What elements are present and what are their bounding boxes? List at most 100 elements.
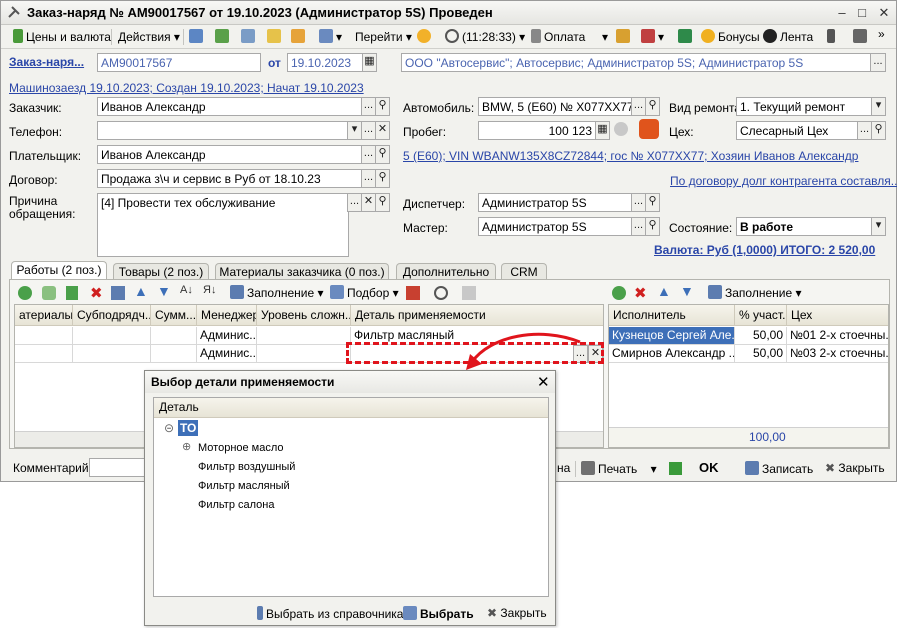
column-header[interactable]: Менеджер <box>197 305 257 326</box>
table-cell[interactable] <box>15 327 73 345</box>
actions-button[interactable]: Действия ▾ <box>118 28 180 46</box>
phone-dropdown-button[interactable]: ▾ <box>347 121 362 140</box>
copy-icon[interactable] <box>241 28 258 46</box>
add-icon[interactable] <box>18 286 32 300</box>
feed-button[interactable]: Лента <box>763 28 813 46</box>
based-on-icon[interactable]: ▾ <box>319 28 342 46</box>
comment-field[interactable] <box>89 458 149 477</box>
customer-select-button[interactable]: ... <box>361 97 376 116</box>
executor-delete-icon[interactable]: ✖ <box>634 284 647 302</box>
status-dropdown[interactable]: ▾ <box>871 217 886 236</box>
list-icon[interactable] <box>853 28 870 46</box>
minimize-button[interactable]: – <box>833 4 851 22</box>
edit-icon[interactable] <box>66 286 78 300</box>
column-header[interactable]: Уровень сложн... <box>257 305 351 326</box>
column-header[interactable]: Исполнитель <box>609 305 735 326</box>
table-cell[interactable]: Админис... <box>197 345 257 363</box>
table-cell[interactable] <box>73 345 151 363</box>
works-fill-button[interactable]: Заполнение ▾ <box>230 285 324 300</box>
master-select-button[interactable]: ... <box>631 217 646 236</box>
master-open-icon[interactable]: ⚲ <box>645 217 660 236</box>
reason-open-icon[interactable]: ⚲ <box>375 193 390 212</box>
tab-works[interactable]: Работы (2 поз.) <box>11 261 107 280</box>
tree-root-item[interactable]: ТО <box>178 420 199 436</box>
executor-down-icon[interactable]: ▼ <box>680 283 694 299</box>
phone-field[interactable] <box>97 121 349 140</box>
column-header[interactable]: Деталь применяемости <box>351 305 603 326</box>
car-field[interactable]: BMW, 5 (E60) № Х077ХХ77 VI <box>478 97 632 116</box>
close-button[interactable]: ✖ Закрыть <box>825 461 885 475</box>
calculator-icon[interactable]: ▦ <box>595 121 610 140</box>
mileage-field[interactable]: 100 123 <box>478 121 596 140</box>
table-cell[interactable]: №01 2-х стоечны... <box>787 327 888 345</box>
time-norm-icon[interactable] <box>434 286 448 300</box>
delete-icon[interactable]: ✖ <box>90 284 103 302</box>
tree-item[interactable]: Фильтр воздушный <box>198 461 295 473</box>
table-cell[interactable] <box>73 327 151 345</box>
master-field[interactable]: Администратор 5S <box>478 217 632 236</box>
contract-field[interactable]: Продажа з\ч и сервис в Руб от 18.10.23 <box>97 169 363 188</box>
customer-field[interactable]: Иванов Александр <box>97 97 363 116</box>
mileage-action-icon[interactable] <box>639 119 659 139</box>
table-cell[interactable]: 50,00 <box>735 345 787 363</box>
post-icon[interactable] <box>189 28 206 46</box>
executor-add-icon[interactable] <box>612 286 626 300</box>
time-button[interactable]: (11:28:33) ▾ <box>445 28 525 46</box>
tab-crm[interactable]: CRM <box>501 263 547 280</box>
add-copy-icon[interactable] <box>42 286 56 300</box>
add-material-icon[interactable] <box>406 286 420 300</box>
payment-button[interactable]: Оплата ▾ <box>531 28 608 46</box>
column-header[interactable]: Цех <box>787 305 888 326</box>
save-row-icon[interactable] <box>111 286 125 300</box>
workshop-select-button[interactable]: ... <box>857 121 872 140</box>
structure-icon[interactable] <box>827 28 838 46</box>
history-icon[interactable] <box>614 122 628 136</box>
table-cell[interactable]: Смирнов Александр ... <box>609 345 735 363</box>
prices-button[interactable]: Цены и валюта <box>13 28 111 46</box>
print-form-icon[interactable]: ▾ <box>641 28 664 46</box>
refresh-icon[interactable] <box>215 28 232 46</box>
total-link[interactable]: Валюта: Руб (1,0000) ИТОГО: 2 520,00 <box>654 243 875 257</box>
close-window-button[interactable]: ✕ <box>875 4 893 22</box>
info-link[interactable]: Машинозаезд 19.10.2023; Создан 19.10.202… <box>9 81 364 95</box>
tab-customer-materials[interactable]: Материалы заказчика (0 поз.) <box>215 263 389 280</box>
tree-item[interactable]: Фильтр салона <box>198 499 274 511</box>
tab-goods[interactable]: Товары (2 поз.) <box>113 263 209 280</box>
table-cell[interactable]: №03 2-х стоечны... <box>787 345 888 363</box>
scan-icon[interactable] <box>616 28 633 46</box>
tree-item[interactable]: Фильтр масляный <box>198 480 290 492</box>
executor-up-icon[interactable]: ▲ <box>657 283 671 299</box>
ok-button[interactable]: OK <box>699 460 719 475</box>
column-header[interactable]: Субподрядч... <box>73 305 151 326</box>
workshop-open-icon[interactable]: ⚲ <box>871 121 886 140</box>
tree-item[interactable]: Моторное масло <box>198 442 284 454</box>
document-yellow-icon[interactable] <box>291 28 308 46</box>
customer-open-icon[interactable]: ⚲ <box>375 97 390 116</box>
table-cell[interactable]: Кузнецов Сергей Але... <box>609 327 735 345</box>
print-button[interactable]: Печать ▾ <box>581 461 657 476</box>
column-header[interactable]: атериалы <box>15 305 73 326</box>
column-header[interactable]: % участ... <box>735 305 787 326</box>
reason-clear-icon[interactable]: ✕ <box>361 193 376 212</box>
status-field[interactable]: В работе <box>736 217 872 236</box>
tree-column-header[interactable]: Деталь <box>154 398 548 418</box>
dispatcher-field[interactable]: Администратор 5S <box>478 193 632 212</box>
reason-select-button[interactable]: ... <box>347 193 362 212</box>
more-icon[interactable]: » <box>878 25 885 43</box>
table-cell[interactable]: Админис... <box>197 327 257 345</box>
move-down-icon[interactable]: ▼ <box>157 283 171 299</box>
car-select-button[interactable]: ... <box>631 97 646 116</box>
document-green-icon[interactable] <box>267 28 284 46</box>
dialog-close-icon[interactable]: ✕ <box>537 373 550 391</box>
column-header[interactable]: Сумм... <box>151 305 197 326</box>
sort-desc-icon[interactable]: Я↓ <box>203 284 216 296</box>
payer-field[interactable]: Иванов Александр <box>97 145 363 164</box>
debt-link[interactable]: По договору долг контрагента составля... <box>670 174 897 188</box>
select-button[interactable]: Выбрать <box>403 606 474 621</box>
goto-button[interactable]: Перейти ▾ <box>355 28 412 46</box>
payer-open-icon[interactable]: ⚲ <box>375 145 390 164</box>
table-cell[interactable] <box>257 327 351 345</box>
org-field[interactable]: ООО "Автосервис"; Автосервис; Администра… <box>401 53 885 72</box>
doc-number-field[interactable]: АМ90017567 <box>97 53 261 72</box>
select-from-catalog-button[interactable]: Выбрать из справочника <box>257 606 403 621</box>
